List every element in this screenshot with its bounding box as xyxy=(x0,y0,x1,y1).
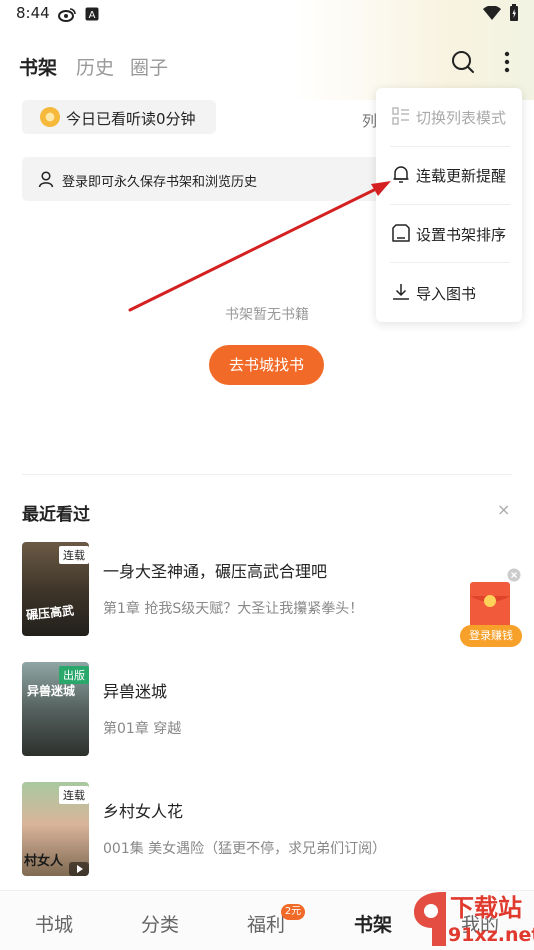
coin-icon xyxy=(40,107,60,127)
list-mode-icon xyxy=(392,107,409,125)
menu-item-import-books[interactable]: 导入图书 xyxy=(376,262,522,320)
sort-icon xyxy=(392,224,410,242)
user-icon xyxy=(38,171,54,188)
packet-close-icon[interactable] xyxy=(507,568,521,582)
watermark-title: 下载站 xyxy=(450,894,522,922)
book-title[interactable]: 乡村女人花 xyxy=(103,798,183,822)
menu-item-update-reminder[interactable]: 连载更新提醒 xyxy=(376,146,522,204)
book-status-badge: 连载 xyxy=(59,786,89,804)
login-reward-red-packet[interactable]: 登录赚钱 xyxy=(460,568,524,650)
nav-bookshelf[interactable]: 书架 xyxy=(354,910,392,937)
import-icon xyxy=(393,284,409,300)
book-last-chapter: 第01章 穿越 xyxy=(103,721,182,737)
tab-circle[interactable]: 圈子 xyxy=(130,53,168,80)
book-cover-title: 异兽迷城 xyxy=(27,684,76,698)
bell-icon xyxy=(393,166,409,183)
watermark-logo xyxy=(414,892,446,946)
menu-item-label: 切换列表模式 xyxy=(416,109,507,127)
login-banner-label: 登录即可永久保存书架和浏览历史 xyxy=(62,175,258,190)
recent-section-title: 最近看过 xyxy=(22,505,90,525)
status-bar: 8:44 A xyxy=(0,0,534,28)
reading-time-label: 今日已看听读0分钟 xyxy=(66,110,196,128)
menu-item-label: 连载更新提醒 xyxy=(416,167,507,185)
nav-welfare[interactable]: 福利 xyxy=(247,910,285,937)
menu-item-switch-list-mode[interactable]: 切换列表模式 xyxy=(376,88,522,146)
more-menu-icon[interactable] xyxy=(501,50,513,74)
welfare-badge: 2元 xyxy=(281,904,305,920)
status-time: 8:44 xyxy=(16,4,50,22)
go-to-bookstore-button[interactable]: 去书城找书 xyxy=(209,345,324,385)
play-icon xyxy=(69,862,89,876)
menu-item-label: 设置书架排序 xyxy=(416,226,507,244)
tab-history[interactable]: 历史 xyxy=(76,53,114,80)
site-watermark: 下载站 91xz.net xyxy=(412,888,534,950)
red-envelope-icon xyxy=(470,582,510,630)
menu-item-bookshelf-sort[interactable]: 设置书架排序 xyxy=(376,204,522,262)
book-status-badge: 连载 xyxy=(59,546,89,564)
book-last-chapter: 第1章 抢我S级天赋？大圣让我攥紧拳头！ xyxy=(103,601,364,617)
app-a-icon: A xyxy=(85,7,99,21)
search-icon[interactable] xyxy=(451,50,475,74)
book-title[interactable]: 异兽迷城 xyxy=(103,678,167,702)
menu-item-label: 导入图书 xyxy=(416,285,477,303)
book-cover-title: 碾压高武 xyxy=(25,603,75,623)
svg-text:A: A xyxy=(89,10,96,21)
book-last-chapter: 001集 美女遇险（猛更不停，求兄弟们订阅） xyxy=(103,841,387,857)
wifi-icon xyxy=(483,6,501,20)
book-title[interactable]: 一身大圣神通，碾压高武合理吧 xyxy=(103,558,327,582)
list-mode-partial-label: 列 xyxy=(362,112,378,130)
book-cover[interactable]: 连载 村女人 xyxy=(22,782,89,876)
red-packet-label: 登录赚钱 xyxy=(460,625,522,647)
book-cover[interactable]: 连载 碾压高武 xyxy=(22,542,89,636)
nav-category[interactable]: 分类 xyxy=(141,910,179,937)
book-cover[interactable]: 出版 异兽迷城 xyxy=(22,662,89,756)
weibo-icon xyxy=(58,8,76,22)
recent-close-button[interactable]: × xyxy=(497,500,510,519)
nav-bookstore[interactable]: 书城 xyxy=(35,910,73,937)
book-cover-title: 村女人 xyxy=(24,854,64,869)
section-divider xyxy=(22,474,512,475)
tab-bookshelf[interactable]: 书架 xyxy=(19,53,57,80)
watermark-domain: 91xz.net xyxy=(448,924,534,946)
battery-icon xyxy=(510,4,518,21)
